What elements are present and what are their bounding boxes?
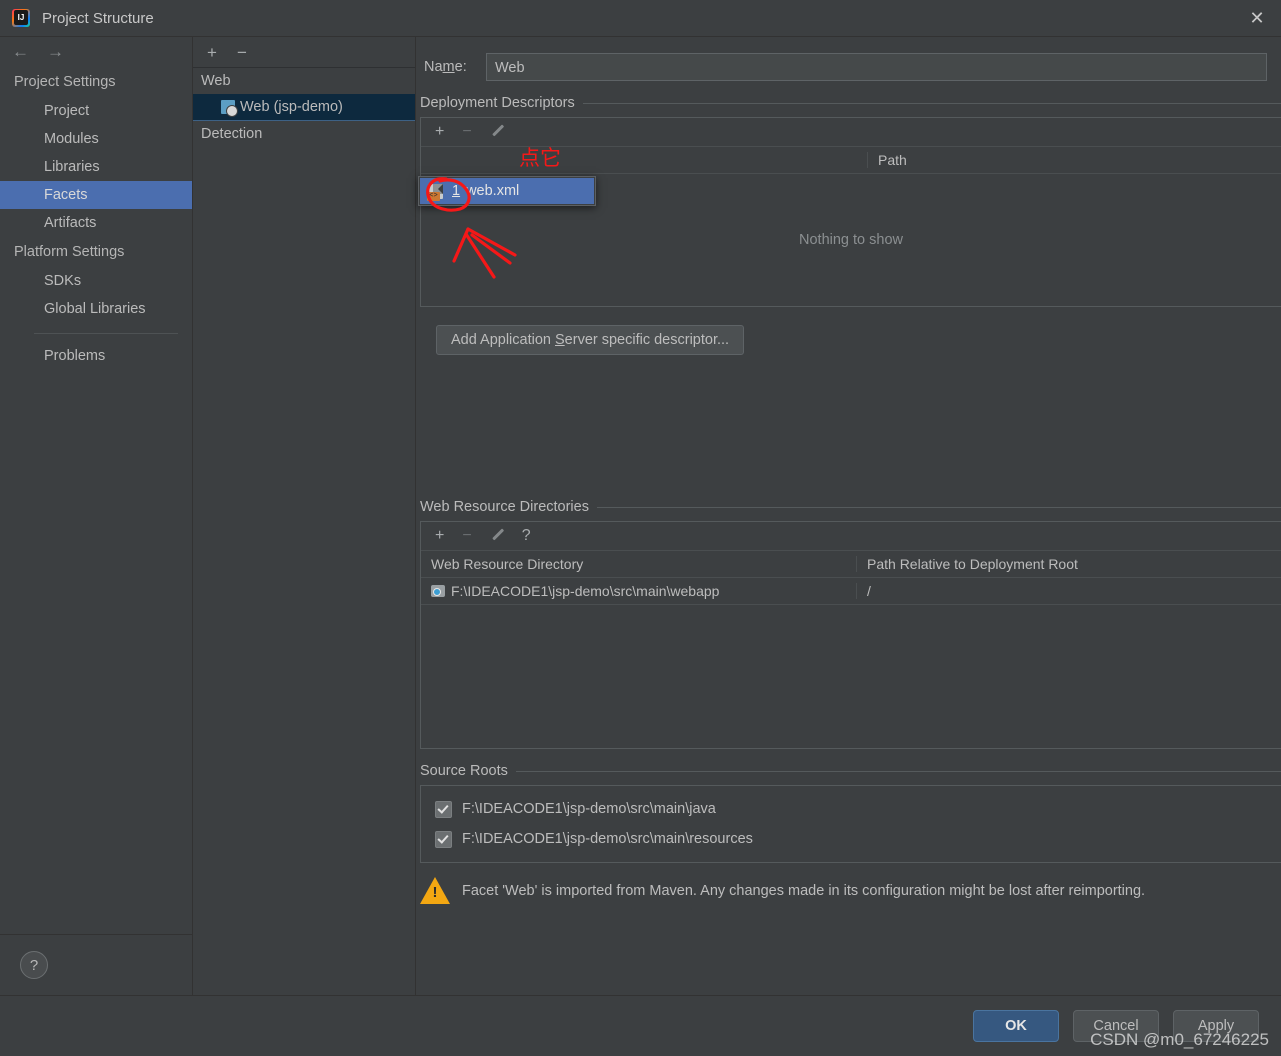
source-root-checkbox[interactable]: [435, 800, 452, 818]
popup-menu-item-web-xml[interactable]: 1 web.xml: [420, 178, 594, 204]
maven-warning-row: Facet 'Web' is imported from Maven. Any …: [420, 877, 1281, 904]
sidebar-item-artifacts[interactable]: Artifacts: [0, 209, 192, 237]
sidebar-footer: ?: [0, 934, 192, 995]
cell-web-resource-directory: F:\IDEACODE1\jsp-demo\src\main\webapp: [421, 583, 856, 599]
facet-tree-group-web: Web: [201, 73, 231, 89]
deployment-descriptors-title-text: Deployment Descriptors: [420, 95, 575, 111]
sidebar-item-modules[interactable]: Modules: [0, 125, 192, 153]
arrow-left-icon[interactable]: ←: [12, 42, 29, 62]
facet-tree-item-detection[interactable]: Detection: [193, 121, 415, 147]
add-descriptor-button[interactable]: +: [435, 124, 444, 140]
name-input[interactable]: Web: [486, 53, 1267, 81]
section-divider-line-3: [515, 770, 1281, 772]
name-row: Name: Web: [420, 53, 1267, 81]
warning-triangle-icon: [420, 877, 450, 904]
facet-tree-panel: + − Web Web (jsp-demo) Detection: [193, 37, 416, 995]
help-icon[interactable]: ?: [20, 951, 48, 979]
column-header-web-resource-directory: Web Resource Directory: [431, 556, 584, 572]
cancel-button[interactable]: Cancel: [1073, 1010, 1159, 1042]
apply-button[interactable]: Apply: [1173, 1010, 1259, 1042]
web-resource-directories-table-header: Web Resource Directory Path Relative to …: [421, 551, 1281, 578]
web-resource-help-icon[interactable]: ?: [522, 528, 531, 544]
web-resource-directories-title-text: Web Resource Directories: [420, 499, 589, 515]
edit-pencil-icon[interactable]: [490, 123, 504, 141]
section-divider-line: [582, 102, 1281, 104]
sidebar-item-project[interactable]: Project: [0, 97, 192, 125]
xml-file-icon: [427, 183, 443, 201]
name-label-mnemonic: m: [442, 59, 455, 75]
web-facet-icon: [221, 100, 238, 117]
settings-sidebar: ← → Project Settings Project Modules Lib…: [0, 37, 193, 995]
sidebar-item-libraries[interactable]: Libraries: [0, 153, 192, 181]
name-label-pre: Na: [424, 59, 443, 75]
facet-tree-item-label: Web (jsp-demo): [240, 99, 343, 115]
column-header-path: Path: [867, 152, 1281, 168]
source-root-label: F:\IDEACODE1\jsp-demo\src\main\java: [462, 801, 716, 817]
facet-tree-toolbar: + −: [193, 37, 415, 68]
dialog-footer: OK Cancel Apply: [0, 995, 1281, 1056]
column-header-path-relative: Path Relative to Deployment Root: [856, 556, 1281, 572]
title-bar: Project Structure ✕: [0, 0, 1281, 36]
dialog-body: ← → Project Settings Project Modules Lib…: [0, 36, 1281, 995]
sidebar-item-problems[interactable]: Problems: [0, 342, 192, 370]
sidebar-divider: [34, 333, 178, 334]
ok-button[interactable]: OK: [973, 1010, 1059, 1042]
section-divider-line-2: [596, 506, 1281, 508]
add-app-server-descriptor-button[interactable]: Add Application Server specific descript…: [436, 325, 745, 355]
page-title: Project Structure: [42, 9, 154, 27]
project-structure-dialog: Project Structure ✕ ← → Project Settings…: [0, 0, 1281, 1056]
close-icon[interactable]: ✕: [1233, 0, 1281, 36]
table-row[interactable]: F:\IDEACODE1\jsp-demo\src\main\webapp /: [421, 578, 1281, 605]
facet-tree-item-web-jsp-demo[interactable]: Web (jsp-demo): [193, 94, 415, 121]
add-facet-button[interactable]: +: [207, 44, 217, 61]
maven-warning-text: Facet 'Web' is imported from Maven. Any …: [462, 882, 1146, 899]
intellij-idea-icon: [12, 9, 30, 27]
sidebar-group-project-settings: Project Settings: [14, 74, 116, 90]
remove-facet-button[interactable]: −: [237, 44, 247, 61]
deployment-descriptors-table-header: Path: [421, 147, 1281, 174]
facet-settings-panel: Name: Web Deployment Descriptors + − Pat…: [416, 37, 1281, 995]
deployment-descriptors-section-title: Deployment Descriptors: [420, 95, 1281, 111]
web-resource-directories-section-title: Web Resource Directories: [420, 499, 1281, 515]
sidebar-item-facets[interactable]: Facets: [0, 181, 192, 209]
popup-item-index: 1: [452, 183, 461, 199]
source-roots-title-text: Source Roots: [420, 763, 508, 779]
name-label: Name:: [420, 59, 486, 75]
web-resource-directories-toolbar: + − ?: [421, 522, 1281, 551]
sidebar-nav: ← →: [0, 37, 192, 67]
folder-icon: [431, 585, 445, 597]
add-web-resource-button[interactable]: +: [435, 528, 444, 544]
source-root-checkbox[interactable]: [435, 830, 452, 848]
btn-text-pre: Add Application: [451, 332, 555, 348]
list-item[interactable]: F:\IDEACODE1\jsp-demo\src\main\resources: [421, 824, 1281, 854]
source-root-label: F:\IDEACODE1\jsp-demo\src\main\resources: [462, 831, 753, 847]
btn-text-mnemonic: S: [555, 332, 565, 348]
web-resource-directories-panel: + − ? Web Resource Directory Path Relati…: [420, 521, 1281, 749]
sidebar-item-sdks[interactable]: SDKs: [0, 267, 192, 295]
popup-item-label: web.xml: [466, 183, 520, 199]
sidebar-group-platform-settings: Platform Settings: [14, 244, 125, 260]
name-label-post: e:: [454, 59, 467, 75]
source-roots-section-title: Source Roots: [420, 763, 1281, 779]
arrow-right-icon[interactable]: →: [47, 42, 64, 62]
deployment-descriptors-panel: + − Path Nothing to show: [420, 117, 1281, 307]
remove-descriptor-button: −: [462, 123, 472, 140]
list-item[interactable]: F:\IDEACODE1\jsp-demo\src\main\java: [421, 794, 1281, 824]
cell-directory-text: F:\IDEACODE1\jsp-demo\src\main\webapp: [451, 583, 720, 599]
remove-web-resource-button: −: [462, 527, 472, 544]
edit-pencil-icon[interactable]: [490, 527, 504, 545]
sidebar-item-global-libraries[interactable]: Global Libraries: [0, 295, 192, 323]
cell-path-relative: /: [856, 583, 1281, 599]
source-roots-panel: F:\IDEACODE1\jsp-demo\src\main\java F:\I…: [420, 785, 1281, 863]
descriptor-add-popup-menu[interactable]: 1 web.xml: [418, 176, 596, 206]
deployment-descriptors-toolbar: + −: [421, 118, 1281, 147]
add-app-server-descriptor-row: Add Application Server specific descript…: [436, 325, 1281, 355]
btn-text-post: erver specific descriptor...: [564, 332, 730, 348]
